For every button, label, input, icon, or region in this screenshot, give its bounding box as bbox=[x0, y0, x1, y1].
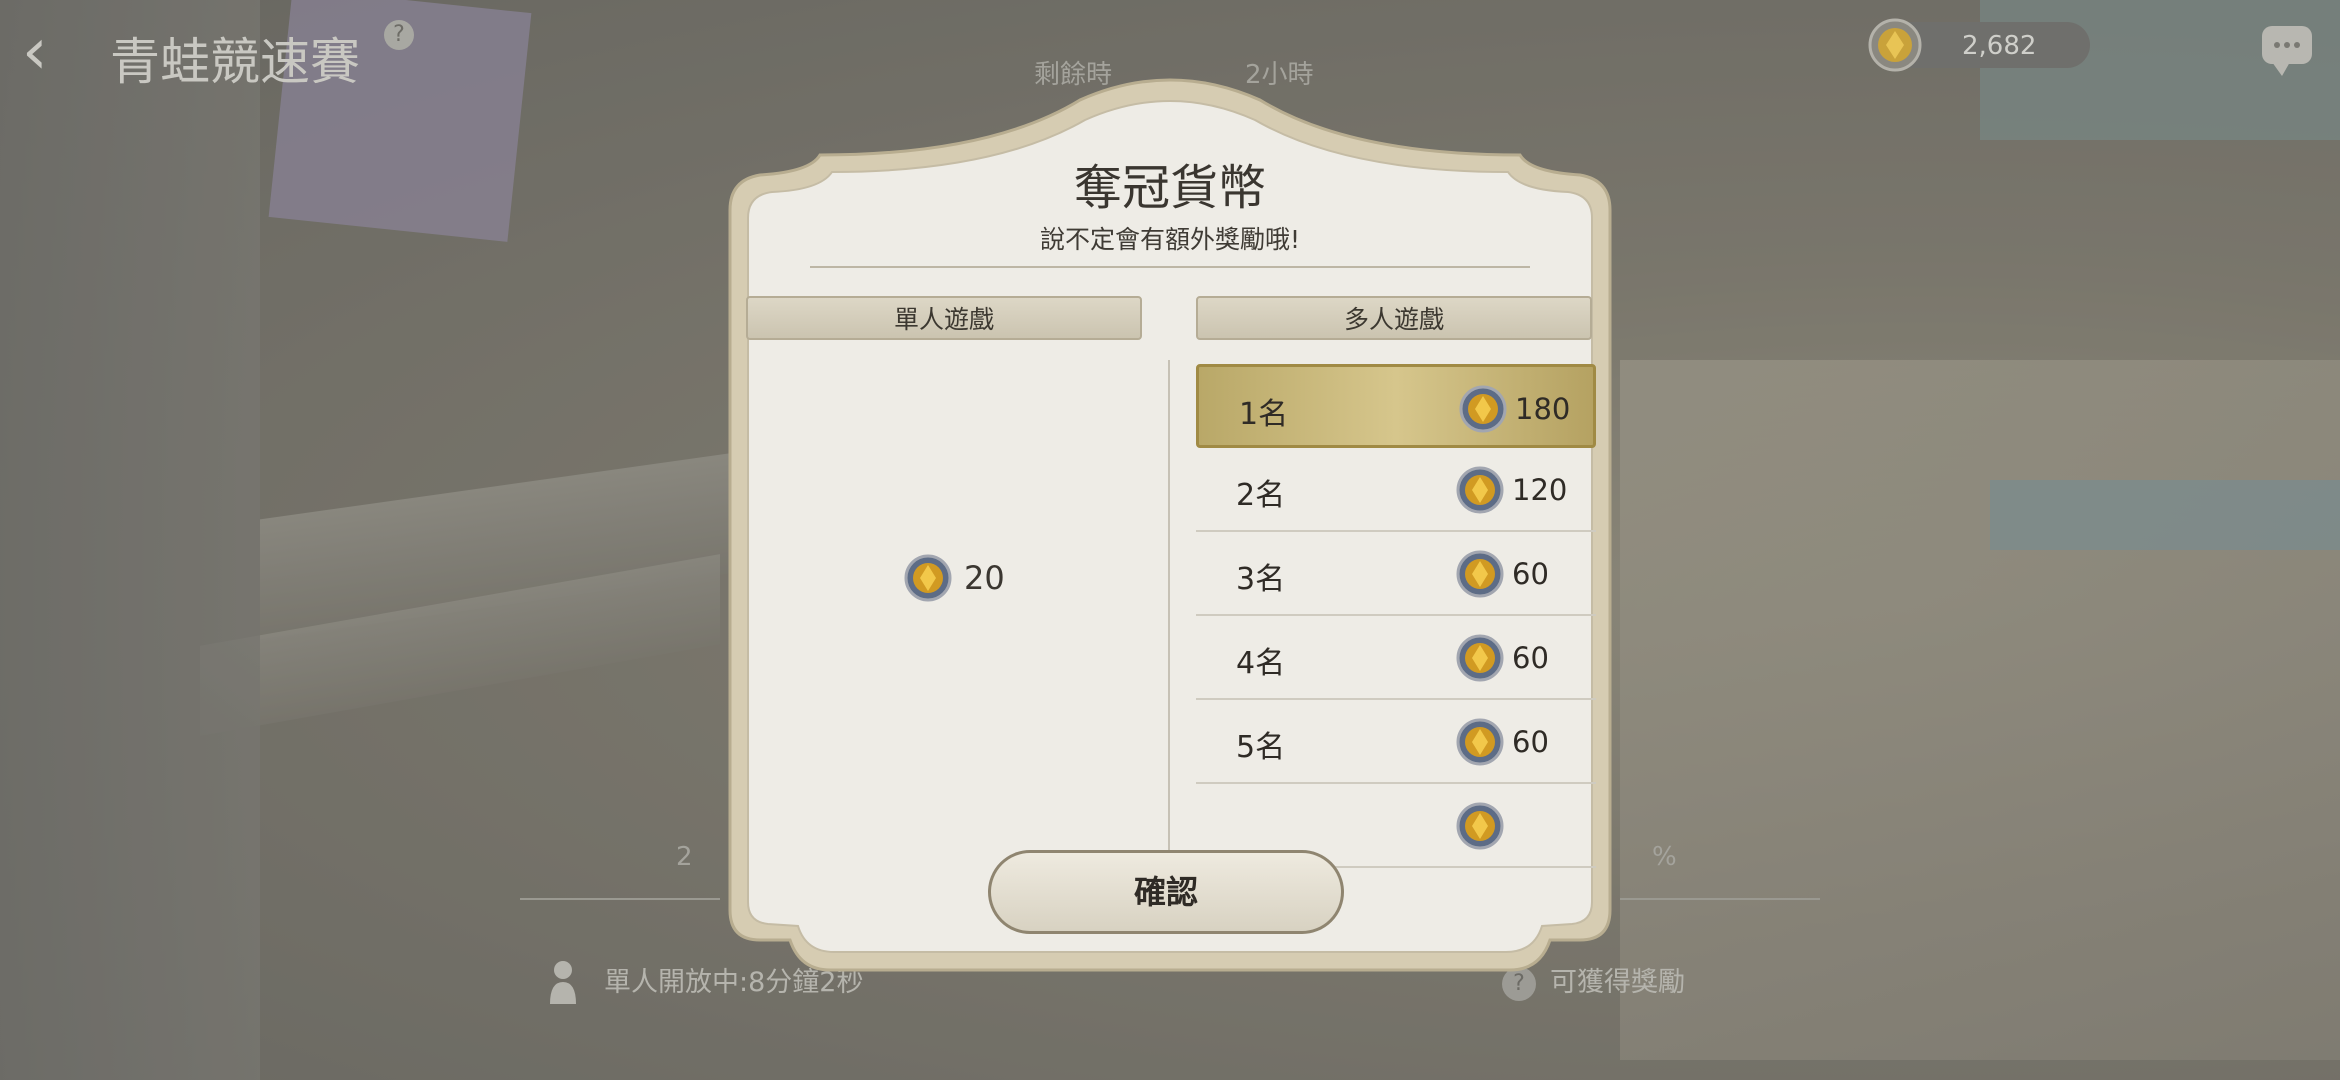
rank-label: 3名 bbox=[1236, 562, 1286, 597]
column-divider bbox=[1168, 360, 1170, 890]
list-item: 1名 180 bbox=[1196, 364, 1596, 448]
reward-value: 180 bbox=[1459, 385, 1570, 433]
currency-amount: 2,682 bbox=[1962, 31, 2037, 61]
chat-icon[interactable] bbox=[2262, 26, 2312, 76]
reward-value: 60 bbox=[1456, 550, 1549, 598]
person-icon bbox=[550, 961, 576, 1004]
list-item: 5名 60 bbox=[1196, 700, 1596, 784]
gem-coin-icon bbox=[1456, 550, 1504, 598]
gem-coin-icon bbox=[1459, 385, 1507, 433]
gem-coin-icon bbox=[904, 554, 952, 602]
list-item: 3名 60 bbox=[1196, 532, 1596, 616]
reward-value bbox=[1456, 802, 1504, 850]
page-title: 青蛙競速賽 bbox=[110, 33, 360, 91]
divider-right bbox=[1620, 898, 1820, 900]
gem-coin-icon bbox=[1456, 718, 1504, 766]
ornament-divider bbox=[810, 266, 1530, 268]
reward-amount: 180 bbox=[1515, 392, 1571, 426]
dialog-subtitle: 說不定會有額外獎勵哦! bbox=[1039, 225, 1301, 254]
rank-label: 1名 bbox=[1239, 397, 1289, 432]
reward-amount: 60 bbox=[1512, 557, 1549, 591]
currency-display: 2,682 bbox=[1868, 18, 2090, 72]
gem-coin-icon bbox=[1456, 802, 1504, 850]
reward-dialog: 奪冠貨幣 說不定會有額外獎勵哦! 單人遊戲 多人遊戲 20 1名 180 2名 … bbox=[690, 60, 1650, 990]
right-percent: % bbox=[1652, 842, 1677, 872]
list-item: 2名 120 bbox=[1196, 448, 1596, 532]
multi-player-header: 多人遊戲 bbox=[1196, 296, 1592, 340]
rank-label: 5名 bbox=[1236, 730, 1286, 765]
back-icon[interactable]: ‹ bbox=[22, 20, 82, 90]
help-icon[interactable]: ? bbox=[384, 20, 414, 50]
gem-coin-icon bbox=[1456, 634, 1504, 682]
rank-label: 4名 bbox=[1236, 646, 1286, 681]
dialog-title: 奪冠貨幣 bbox=[1073, 160, 1266, 216]
single-player-header: 單人遊戲 bbox=[746, 296, 1142, 340]
single-reward-amount: 20 bbox=[964, 559, 1005, 597]
rank-label: 2名 bbox=[1236, 478, 1286, 513]
reward-amount: 120 bbox=[1512, 473, 1568, 507]
reward-value: 120 bbox=[1456, 466, 1567, 514]
gem-coin-icon bbox=[1456, 466, 1504, 514]
gem-coin-icon bbox=[1868, 18, 1922, 72]
reward-value: 60 bbox=[1456, 634, 1549, 682]
list-item: 4名 60 bbox=[1196, 616, 1596, 700]
confirm-button[interactable]: 確認 bbox=[988, 850, 1344, 934]
single-reward: 20 bbox=[904, 550, 1005, 606]
reward-value: 60 bbox=[1456, 718, 1549, 766]
multi-reward-list[interactable]: 1名 180 2名 120 3名 60 4名 60 5名 60 bbox=[1196, 364, 1596, 880]
reward-amount: 60 bbox=[1512, 641, 1549, 675]
reward-amount: 60 bbox=[1512, 725, 1549, 759]
